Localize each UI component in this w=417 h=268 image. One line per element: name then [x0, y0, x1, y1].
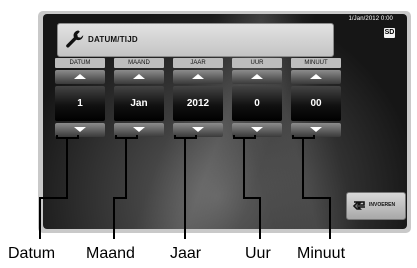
callout-label-uur: Uur [245, 245, 271, 262]
column-header-jaar: JAAR [173, 58, 223, 68]
minuut-increment-button[interactable] [291, 70, 341, 84]
datum-decrement-button[interactable] [55, 123, 105, 137]
jaar-value-box: 2012 [173, 86, 223, 121]
arrow-up-icon [251, 74, 263, 79]
maand-value-box: Jan [114, 86, 164, 121]
minuut-value: 00 [310, 98, 322, 109]
maand-decrement-button[interactable] [114, 123, 164, 137]
column-datum: DATUM 1 [55, 58, 105, 137]
datum-increment-button[interactable] [55, 70, 105, 84]
page-title: DATUM/TIJD [88, 35, 138, 44]
column-uur: UUR 0 [232, 58, 282, 137]
column-header-minuut: MINUUT [291, 58, 341, 68]
sd-card-badge: SD [384, 28, 395, 38]
enter-icon [352, 201, 365, 210]
arrow-up-icon [310, 74, 322, 79]
datetime-status: 1/Jan/2012 0:00 [348, 16, 393, 22]
jaar-decrement-button[interactable] [173, 123, 223, 137]
arrow-down-icon [251, 127, 263, 132]
minuut-value-box: 00 [291, 86, 341, 121]
arrow-down-icon [192, 127, 204, 132]
datum-value: 1 [77, 98, 83, 109]
arrow-up-icon [133, 74, 145, 79]
title-bar: DATUM/TIJD [57, 23, 334, 57]
arrow-down-icon [74, 127, 86, 132]
minuut-decrement-button[interactable] [291, 123, 341, 137]
jaar-value: 2012 [186, 98, 210, 109]
callout-label-minuut: Minuut [297, 245, 346, 262]
callout-label-jaar: Jaar [170, 245, 202, 262]
uur-value-box: 0 [232, 86, 282, 121]
column-jaar: JAAR 2012 [173, 58, 223, 137]
arrow-down-icon [133, 127, 145, 132]
uur-value: 0 [254, 98, 260, 109]
screen: 1/Jan/2012 0:00 SD DATUM/TIJD DATUM 1 MA… [43, 14, 407, 229]
column-header-datum: DATUM [55, 58, 105, 68]
uur-increment-button[interactable] [232, 70, 282, 84]
column-minuut: MINUUT 00 [291, 58, 341, 137]
enter-button[interactable]: INVOEREN [346, 192, 406, 220]
jaar-increment-button[interactable] [173, 70, 223, 84]
column-maand: MAAND Jan [114, 58, 164, 137]
arrow-up-icon [192, 74, 204, 79]
enter-button-label: INVOEREN [369, 202, 396, 208]
wrench-icon [66, 30, 84, 48]
callout-label-datum: Datum [8, 245, 56, 262]
maand-value: Jan [130, 98, 148, 109]
uur-decrement-button[interactable] [232, 123, 282, 137]
arrow-down-icon [310, 127, 322, 132]
column-header-uur: UUR [232, 58, 282, 68]
datum-value-box: 1 [55, 86, 105, 121]
maand-increment-button[interactable] [114, 70, 164, 84]
arrow-up-icon [74, 74, 86, 79]
callout-label-maand: Maand [86, 245, 135, 262]
column-header-maand: MAAND [114, 58, 164, 68]
